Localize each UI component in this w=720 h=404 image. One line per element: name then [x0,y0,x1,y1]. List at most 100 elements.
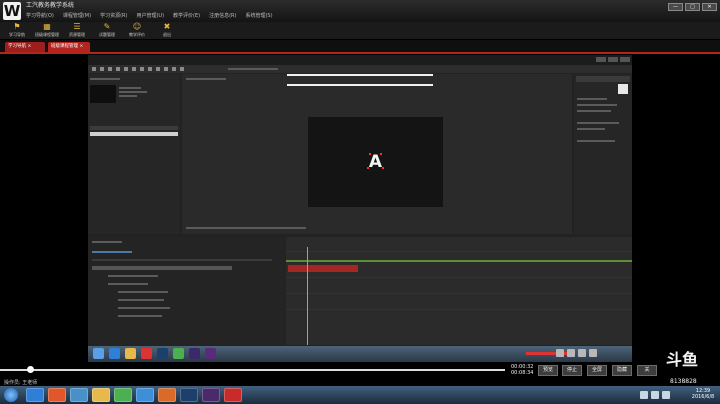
menu-item-evaluation[interactable]: 教学评价(E) [173,13,200,19]
toolbar-resources-button[interactable]: ☰ 资源管理 [63,22,91,39]
menu-item-system[interactable]: 系统管理(S) [245,13,272,19]
composition-canvas: A [308,117,443,207]
ae-tools-panel [88,65,632,73]
preview-button[interactable]: 预览 [538,365,558,376]
ime-icon [662,391,670,399]
property-row [118,307,170,309]
tab-learning-nav[interactable]: 学习导航 × [5,42,45,52]
toolbar-label: 退出 [163,32,171,37]
hide-button[interactable]: 隐藏 [612,365,632,376]
panel-header [576,76,630,82]
property-line [577,110,611,112]
toolbar-learning-nav-button[interactable]: ⚑ 学习导航 [3,22,31,39]
eraser-tool-icon [180,67,184,71]
network-icon [640,391,648,399]
minimize-button[interactable]: — [668,3,683,11]
clock-date: 2016/6/8 [691,394,715,400]
toolbar-questions-button[interactable]: ✎ 试题管理 [93,22,121,39]
chrome-icon [173,348,184,359]
property-row [118,299,164,301]
grid-icon: ▦ [43,22,51,31]
comp-tab-label [186,78,226,80]
ae-timeline-tracks [286,237,632,345]
list-icon: ☰ [73,22,81,31]
anchor-point [380,153,382,155]
video-frame[interactable]: A [88,55,632,362]
media-player-icon[interactable] [48,388,66,402]
premiere-icon[interactable] [202,388,220,402]
menu-item-learning-nav[interactable]: 学习导航(O) [26,13,54,19]
fullscreen-button[interactable]: 全屏 [587,365,607,376]
chrome-icon[interactable] [114,388,132,402]
recorder-icon[interactable] [224,388,242,402]
after-effects-icon [189,348,200,359]
total-time: 00:08:34 [511,370,534,376]
menu-item-users[interactable]: 用户管理(U) [136,13,164,19]
menu-item-registration[interactable]: 注册信息(R) [209,13,236,19]
tab-label: 学习导航 [8,44,26,49]
anchor-point [369,153,371,155]
menu-item-resources[interactable]: 学习资源(R) [100,13,127,19]
pen-tool-icon [148,67,152,71]
rotate-tool-icon [116,67,120,71]
close-button[interactable]: ✕ [702,3,717,11]
ae-properties-panel [574,74,632,234]
taskbar-clock[interactable]: 12:39 2016/6/8 [688,388,718,400]
progress-handle[interactable] [26,366,34,373]
app-icon[interactable] [158,388,176,402]
ae-timeline-layers [88,237,285,345]
ae-composition-panel: A [182,74,572,234]
edit-icon: ✎ [103,22,111,31]
ae-window-controls [596,57,630,62]
start-button[interactable] [4,388,18,402]
stop-button[interactable]: 停止 [562,365,582,376]
toolbar-label: 资源管理 [69,32,85,37]
progress-track[interactable] [0,369,505,371]
maximize-button[interactable]: □ [685,3,700,11]
tab-close-icon[interactable]: × [27,44,31,49]
toolbar-evaluation-button[interactable]: ☺ 教学评价 [123,22,151,39]
browser-icon[interactable] [136,388,154,402]
photoshop-icon[interactable] [180,388,198,402]
title-bar: W 工汽教务教学系统 学习导航(O) 课程管理(M) 学习资源(R) 用户管理(… [0,0,720,22]
brush-tool-icon [164,67,168,71]
exit-icon: ✖ [163,22,171,31]
ie-icon [109,348,120,359]
project-info-line [119,91,147,93]
toolbar-class-course-button[interactable]: ▦ 班级课程管理 [33,22,61,39]
composition-text-layer: A [368,152,383,172]
menu-item-course[interactable]: 课程管理(M) [63,13,91,19]
shape-tool-icon [140,67,144,71]
explorer-icon[interactable] [70,388,88,402]
ae-title-bar [88,55,632,65]
text-tool-icon [156,67,160,71]
project-info-line [119,87,141,89]
ie-icon[interactable] [26,388,44,402]
property-row [118,291,168,293]
system-tray [640,391,670,399]
folder-icon [125,348,136,359]
toolbar-label: 试题管理 [99,32,115,37]
property-line [577,98,607,100]
tab-bar: 学习导航 × 班级课程管理 × [0,40,720,52]
loading-bar [287,84,433,86]
property-line [577,128,605,130]
tab-close-icon[interactable]: × [79,44,83,49]
timeline-tab [92,241,122,243]
volume-icon [651,391,659,399]
zoom-tool-icon [108,67,112,71]
timecode [92,251,132,253]
comp-footer-controls [186,227,306,229]
close-player-button[interactable]: 关 [637,365,657,376]
tab-underline [0,52,720,54]
project-selected-item [90,132,178,136]
media-icon [141,348,152,359]
windows-taskbar: 12:39 2016/6/8 [0,386,720,404]
flag-icon: ⚑ [13,22,21,31]
anchor-point [367,167,369,169]
watermark-room-number: 8138828 [670,378,697,385]
folder-icon[interactable] [92,388,110,402]
tab-class-course[interactable]: 班级课程管理 × [48,42,90,52]
inner-system-tray [556,349,626,359]
toolbar-exit-button[interactable]: ✖ 退出 [153,22,181,39]
